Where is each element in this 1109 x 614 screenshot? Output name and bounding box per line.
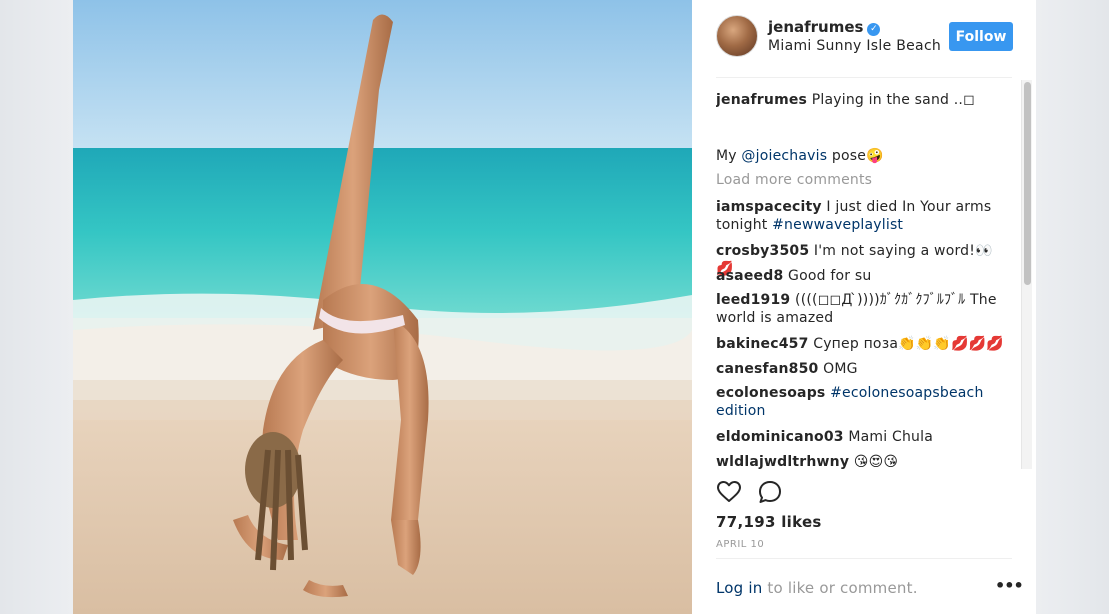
comment-text: Mami Chula xyxy=(843,429,933,445)
login-prompt: Log in to like or comment. xyxy=(716,579,918,597)
post-date[interactable]: APRIL 10 xyxy=(716,539,764,550)
follow-button[interactable]: Follow xyxy=(949,22,1013,51)
comment-hashtag[interactable]: #newwaveplaylist xyxy=(772,217,903,233)
comment-username[interactable]: canesfan850 xyxy=(716,361,818,377)
post-location[interactable]: Miami Sunny Isle Beach xyxy=(768,38,943,54)
speech-bubble-icon[interactable] xyxy=(757,479,783,505)
post-detail-panel: jenafrumes ✓ Miami Sunny Isle Beach Follo… xyxy=(692,0,1036,614)
caption: jenafrumes Playing in the sand ..◻ xyxy=(716,91,996,109)
comment-text: 😘😍😘 xyxy=(849,454,899,469)
caption-line2-prefix: My xyxy=(716,148,742,164)
comments-scrollbar[interactable] xyxy=(1021,80,1032,469)
caption-line-2: My @joiechavis pose🤪 xyxy=(716,147,996,165)
comment-text: OMG xyxy=(818,361,858,377)
comment-username[interactable]: leed1919 xyxy=(716,292,790,308)
scrollbar-thumb[interactable] xyxy=(1024,82,1031,285)
comment-username[interactable]: crosby3505 xyxy=(716,243,809,259)
load-more-comments[interactable]: Load more comments xyxy=(716,172,872,188)
avatar[interactable] xyxy=(716,15,758,57)
action-bar xyxy=(716,479,836,505)
caption-mention[interactable]: @joiechavis xyxy=(741,148,827,164)
comment-item: iamspacecity I just died In Your arms to… xyxy=(716,198,1006,234)
comment-item: bakinec457 Супер поза👏👏👏💋💋💋 xyxy=(716,335,1006,353)
comment-item: asaeed8 Good for su xyxy=(716,267,1006,285)
verified-badge-icon: ✓ xyxy=(867,23,881,36)
likes-count[interactable]: 77,193 likes xyxy=(716,513,822,531)
login-link[interactable]: Log in xyxy=(716,579,762,597)
comment-item: ecolonesoaps #ecolonesoapsbeachedition xyxy=(716,384,992,420)
comment-username[interactable]: ecolonesoaps xyxy=(716,385,825,401)
post-header: jenafrumes ✓ Miami Sunny Isle Beach Follo… xyxy=(692,0,1036,78)
comment-item: canesfan850 OMG xyxy=(716,360,1006,378)
sand xyxy=(73,400,692,614)
comment-username[interactable]: eldominicano03 xyxy=(716,429,844,445)
ellipsis-icon[interactable]: ••• xyxy=(995,578,1024,600)
heart-outline-icon[interactable] xyxy=(716,479,742,505)
footer-divider xyxy=(716,558,1012,559)
backdrop-left xyxy=(0,0,73,614)
caption-text: Playing in the sand ..◻ xyxy=(811,92,975,108)
comment-item: wldlajwdltrhwny 😘😍😘 xyxy=(716,453,1006,469)
comment-text: Good for su xyxy=(783,268,872,284)
username-text[interactable]: jenafrumes xyxy=(768,18,863,36)
login-suffix-text: to like or comment. xyxy=(762,579,918,597)
comment-username[interactable]: asaeed8 xyxy=(716,268,783,284)
caption-line2-suffix: pose🤪 xyxy=(827,148,884,164)
comment-text: Супер поза👏👏👏💋💋💋 xyxy=(808,336,1004,352)
comment-username[interactable]: wldlajwdltrhwny xyxy=(716,454,849,469)
comment-username[interactable]: iamspacecity xyxy=(716,199,822,215)
caption-username[interactable]: jenafrumes xyxy=(716,92,807,108)
post-username[interactable]: jenafrumes ✓ xyxy=(768,18,881,36)
comments-list[interactable]: jenafrumes Playing in the sand ..◻ My @j… xyxy=(716,78,1024,469)
wet-sand xyxy=(73,380,692,420)
comment-item: eldominicano03 Mami Chula xyxy=(716,428,1006,446)
backdrop-right xyxy=(1036,0,1109,614)
comment-username[interactable]: bakinec457 xyxy=(716,336,809,352)
comment-item: leed1919 ((((◻◻Д ̀))))ｶﾞｸｶﾞｸﾌﾞﾙﾌﾞﾙ The w… xyxy=(716,291,1006,327)
post-photo[interactable] xyxy=(73,0,692,614)
